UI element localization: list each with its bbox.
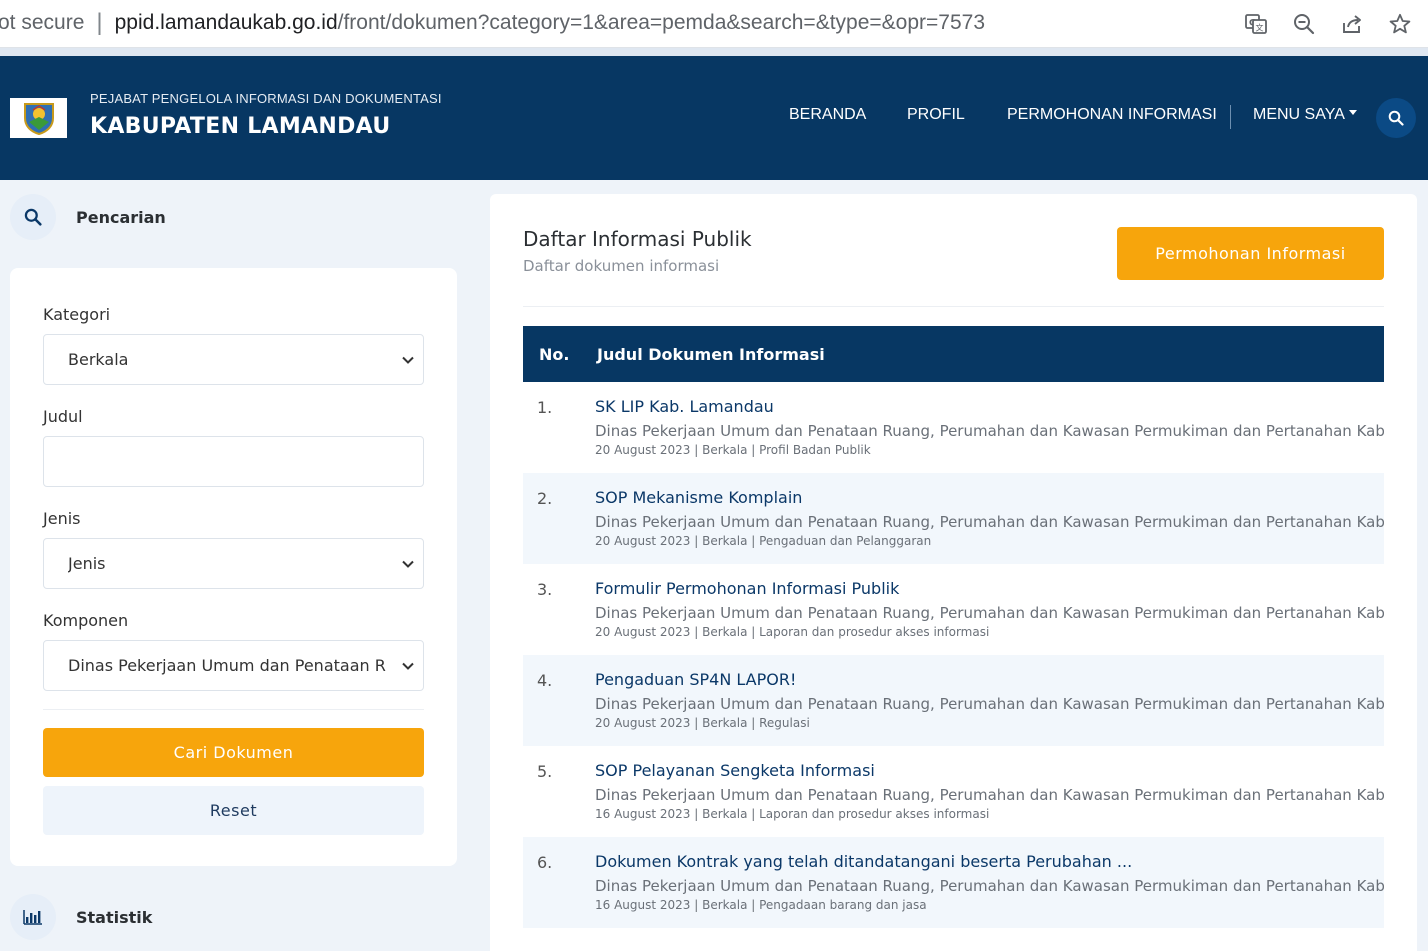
url-host: ppid.lamandaukab.go.id — [114, 11, 338, 34]
document-meta: 20 August 2023 | Berkala | Regulasi — [595, 716, 810, 730]
kategori-select[interactable]: Berkala — [43, 334, 424, 385]
judul-input[interactable] — [43, 436, 424, 487]
jenis-label: Jenis — [43, 509, 81, 528]
search-icon — [24, 208, 42, 226]
browser-address-bar: ot secure | ppid.lamandaukab.go.id /fron… — [0, 0, 1428, 48]
url-path: /front/dokumen?category=1&area=pemda&sea… — [337, 11, 986, 34]
main-nav: BERANDA PROFIL PERMOHONAN INFORMASI MENU… — [0, 105, 1428, 130]
row-number: 3. — [537, 580, 553, 599]
nav-permohonan-informasi[interactable]: PERMOHONAN INFORMASI — [1007, 106, 1217, 124]
row-number: 5. — [537, 762, 553, 781]
table-row: 1. SK LIP Kab. Lamandau Dinas Pekerjaan … — [523, 382, 1384, 473]
form-divider — [43, 709, 424, 710]
nav-profil[interactable]: PROFIL — [907, 106, 965, 124]
url-separator: | — [96, 9, 103, 36]
translate-icon[interactable]: G文 — [1242, 10, 1270, 38]
judul-label: Judul — [43, 407, 83, 426]
security-indicator[interactable]: ot secure — [0, 11, 84, 35]
browser-actions: G文 — [1242, 10, 1414, 38]
cari-dokumen-button[interactable]: Cari Dokumen — [43, 728, 424, 777]
table-header: No. Judul Dokumen Informasi — [523, 326, 1384, 382]
document-table: No. Judul Dokumen Informasi 1. SK LIP Ka… — [523, 326, 1384, 928]
row-number: 4. — [537, 671, 553, 690]
caret-down-icon — [1348, 110, 1357, 116]
col-no-header: No. — [539, 344, 570, 364]
col-title-header: Judul Dokumen Informasi — [597, 344, 825, 364]
document-unit: Dinas Pekerjaan Umum dan Penataan Ruang,… — [595, 513, 1384, 531]
document-title-link[interactable]: SK LIP Kab. Lamandau — [595, 397, 774, 416]
document-meta: 16 August 2023 | Berkala | Laporan dan p… — [595, 807, 990, 821]
komponen-select[interactable]: Dinas Pekerjaan Umum dan Penataan Ruang — [43, 640, 424, 691]
document-unit: Dinas Pekerjaan Umum dan Penataan Ruang,… — [595, 695, 1384, 713]
statistik-heading-label: Statistik — [76, 907, 153, 927]
nav-menu-saya[interactable]: MENU SAYA — [1253, 106, 1357, 124]
svg-text:文: 文 — [1256, 23, 1264, 33]
permohonan-informasi-button[interactable]: Permohonan Informasi — [1117, 227, 1384, 280]
document-list-card: Daftar Informasi Publik Daftar dokumen i… — [490, 194, 1417, 951]
title-divider — [523, 306, 1384, 307]
table-row: 6. Dokumen Kontrak yang telah ditandatan… — [523, 837, 1384, 928]
document-title-link[interactable]: SOP Mekanisme Komplain — [595, 488, 802, 507]
share-icon[interactable] — [1338, 10, 1366, 38]
document-unit: Dinas Pekerjaan Umum dan Penataan Ruang,… — [595, 422, 1384, 440]
reset-button[interactable]: Reset — [43, 786, 424, 835]
bookmark-star-icon[interactable] — [1386, 10, 1414, 38]
document-unit: Dinas Pekerjaan Umum dan Penataan Ruang,… — [595, 786, 1384, 804]
row-number: 1. — [537, 398, 553, 417]
nav-beranda[interactable]: BERANDA — [789, 106, 866, 124]
nav-divider — [1230, 105, 1231, 129]
kategori-label: Kategori — [43, 305, 111, 324]
table-row: 2. SOP Mekanisme Komplain Dinas Pekerjaa… — [523, 473, 1384, 564]
chevron-down-icon — [402, 662, 414, 670]
search-heading-icon-wrap — [10, 194, 56, 240]
search-heading-label: Pencarian — [76, 207, 166, 227]
jenis-value: Jenis — [68, 554, 106, 573]
table-row: 4. Pengaduan SP4N LAPOR! Dinas Pekerjaan… — [523, 655, 1384, 746]
site-subtitle: PEJABAT PENGELOLA INFORMASI DAN DOKUMENT… — [90, 91, 442, 106]
url-field[interactable]: ot secure | ppid.lamandaukab.go.id /fron… — [0, 9, 986, 36]
document-meta: 20 August 2023 | Berkala | Profil Badan … — [595, 443, 871, 457]
statistik-section-heading[interactable]: Statistik — [10, 894, 152, 940]
search-section-heading: Pencarian — [10, 194, 166, 240]
table-row: 3. Formulir Permohonan Informasi Publik … — [523, 564, 1384, 655]
nav-menu-saya-label: MENU SAYA — [1253, 106, 1345, 123]
chevron-down-icon — [402, 560, 414, 568]
document-title-link[interactable]: SOP Pelayanan Sengketa Informasi — [595, 761, 875, 780]
komponen-value: Dinas Pekerjaan Umum dan Penataan Ruang — [68, 656, 386, 675]
statistik-icon-wrap — [10, 894, 56, 940]
browser-divider — [0, 48, 1428, 56]
page-title: Daftar Informasi Publik — [523, 227, 752, 251]
kategori-value: Berkala — [68, 350, 129, 369]
jenis-select[interactable]: Jenis — [43, 538, 424, 589]
document-meta: 16 August 2023 | Berkala | Pengadaan bar… — [595, 898, 927, 912]
page-subtitle: Daftar dokumen informasi — [523, 257, 720, 275]
search-icon — [1388, 110, 1404, 126]
zoom-out-icon[interactable] — [1290, 10, 1318, 38]
document-title-link[interactable]: Formulir Permohonan Informasi Publik — [595, 579, 899, 598]
site-header: PEJABAT PENGELOLA INFORMASI DAN DOKUMENT… — [0, 56, 1428, 180]
document-meta: 20 August 2023 | Berkala | Laporan dan p… — [595, 625, 990, 639]
chevron-down-icon — [402, 356, 414, 364]
document-title-link[interactable]: Dokumen Kontrak yang telah ditandatangan… — [595, 852, 1132, 871]
row-number: 2. — [537, 489, 553, 508]
header-search-button[interactable] — [1376, 98, 1416, 138]
row-number: 6. — [537, 853, 553, 872]
document-title-link[interactable]: Pengaduan SP4N LAPOR! — [595, 670, 796, 689]
search-form-card: Kategori Berkala Judul Jenis Jenis Kompo… — [10, 268, 457, 866]
komponen-label: Komponen — [43, 611, 129, 630]
table-row: 5. SOP Pelayanan Sengketa Informasi Dina… — [523, 746, 1384, 837]
bar-chart-icon — [23, 910, 42, 925]
document-unit: Dinas Pekerjaan Umum dan Penataan Ruang,… — [595, 877, 1384, 895]
document-unit: Dinas Pekerjaan Umum dan Penataan Ruang,… — [595, 604, 1384, 622]
document-meta: 20 August 2023 | Berkala | Pengaduan dan… — [595, 534, 932, 548]
